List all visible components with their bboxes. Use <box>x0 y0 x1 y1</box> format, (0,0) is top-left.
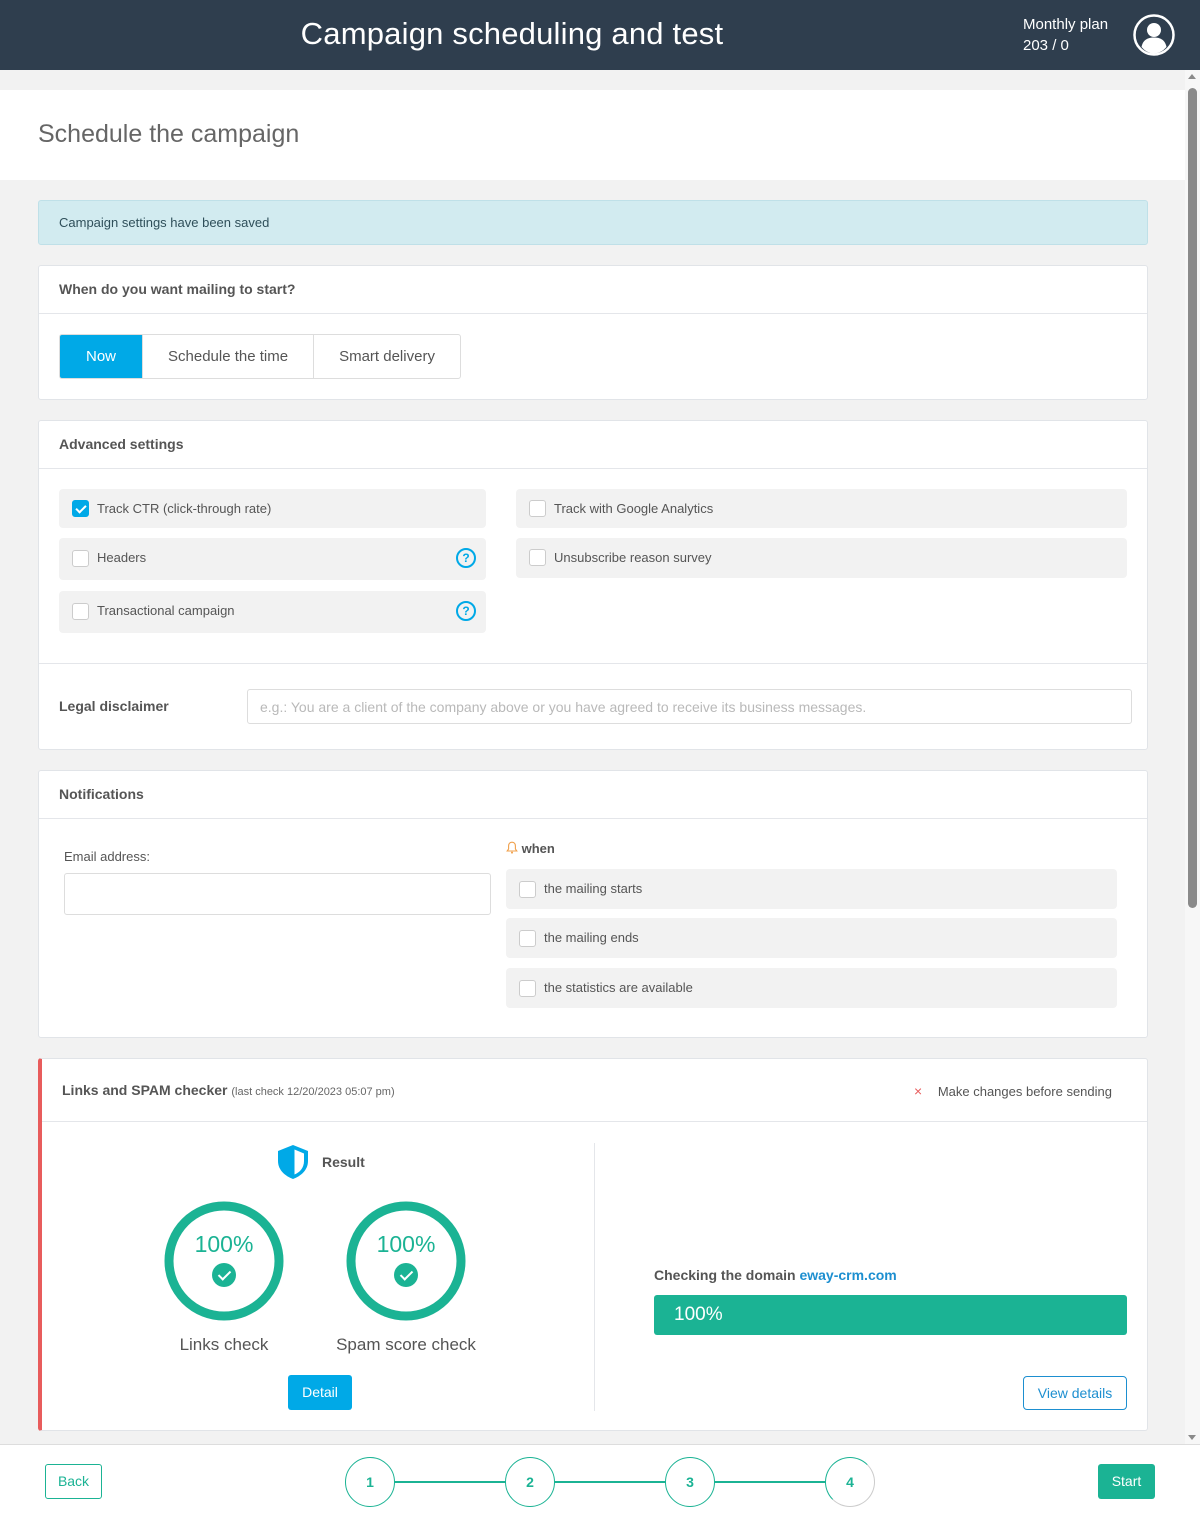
scroll-up-icon[interactable] <box>1188 74 1196 79</box>
detail-button[interactable]: Detail <box>288 1375 352 1410</box>
page-header: Schedule the campaign <box>0 90 1185 180</box>
check-circle-icon <box>394 1263 418 1287</box>
option-transactional[interactable]: Transactional campaign ? <box>59 591 486 633</box>
domain-check-label: Checking the domain eway-crm.com <box>654 1267 897 1283</box>
track-ctr-label: Track CTR (click-through rate) <box>97 501 272 516</box>
step-2[interactable]: 2 <box>505 1457 555 1507</box>
saved-alert: Campaign settings have been saved <box>38 200 1148 245</box>
track-ctr-checkbox[interactable] <box>72 500 89 517</box>
spam-score-label: Spam score check <box>336 1335 476 1354</box>
spam-score-gauge: 100% <box>346 1201 466 1321</box>
main-content: Schedule the campaign Campaign settings … <box>0 70 1185 1444</box>
notify-statistics-available[interactable]: the statistics are available <box>506 968 1117 1008</box>
option-schedule-time[interactable]: Schedule the time <box>143 335 315 378</box>
domain-check-prefix: Checking the domain <box>654 1267 796 1283</box>
vertical-divider <box>594 1143 595 1411</box>
monthly-plan: Monthly plan 203 / 0 <box>1023 14 1108 56</box>
notify-mailing-starts[interactable]: the mailing starts <box>506 869 1117 909</box>
links-check-progress-arc <box>164 1201 284 1321</box>
mailing-starts-label: the mailing starts <box>544 881 643 896</box>
email-address-input[interactable] <box>64 873 491 915</box>
links-check-percent: 100% <box>194 1231 254 1257</box>
result-label: Result <box>322 1154 365 1170</box>
option-track-ctr[interactable]: Track CTR (click-through rate) <box>59 489 486 528</box>
domain-link[interactable]: eway-crm.com <box>799 1267 896 1283</box>
view-details-button[interactable]: View details <box>1023 1376 1127 1410</box>
top-bar: Campaign scheduling and test Monthly pla… <box>0 0 1200 70</box>
divider <box>39 663 1147 664</box>
google-analytics-label: Track with Google Analytics <box>554 501 714 516</box>
plan-value: 203 / 0 <box>1023 37 1069 54</box>
legal-disclaimer-label: Legal disclaimer <box>59 698 169 714</box>
start-time-selector: Now Schedule the time Smart delivery <box>59 334 461 379</box>
start-time-title: When do you want mailing to start? <box>39 266 1147 314</box>
mailing-starts-checkbox[interactable] <box>519 881 536 898</box>
spam-warning: × Make changes before sending <box>914 1083 1112 1099</box>
spam-warning-text: Make changes before sending <box>937 1084 1112 1099</box>
back-button[interactable]: Back <box>45 1464 102 1499</box>
transactional-checkbox[interactable] <box>72 603 89 620</box>
statistics-available-checkbox[interactable] <box>519 980 536 997</box>
check-circle-icon <box>212 1263 236 1287</box>
step-4[interactable]: 4 <box>825 1457 875 1507</box>
user-circle-icon[interactable] <box>1133 14 1175 56</box>
headers-checkbox[interactable] <box>72 550 89 567</box>
spam-score-progress-arc <box>346 1201 466 1321</box>
links-check-label: Links check <box>179 1335 269 1354</box>
option-unsubscribe-survey[interactable]: Unsubscribe reason survey <box>516 538 1127 578</box>
page-scrollbar[interactable] <box>1185 70 1200 1444</box>
domain-progress-text: 100% <box>674 1304 723 1325</box>
help-icon[interactable]: ? <box>456 601 476 621</box>
start-time-card: When do you want mailing to start? Now S… <box>38 265 1148 400</box>
option-smart-delivery[interactable]: Smart delivery <box>314 335 460 378</box>
spam-score-ring <box>346 1201 466 1321</box>
transactional-label: Transactional campaign <box>97 603 235 618</box>
domain-progress-bar: 100% <box>654 1295 1127 1335</box>
domain-progress-fill <box>654 1295 1127 1335</box>
notify-mailing-ends[interactable]: the mailing ends <box>506 918 1117 958</box>
option-headers[interactable]: Headers ? <box>59 538 486 580</box>
links-check-ring <box>164 1201 284 1321</box>
steps-connector <box>370 1481 850 1483</box>
bell-icon <box>506 841 518 854</box>
notifications-title: Notifications <box>39 771 1147 819</box>
help-icon[interactable]: ? <box>456 548 476 568</box>
step-1[interactable]: 1 <box>345 1457 395 1507</box>
scroll-down-icon[interactable] <box>1188 1435 1196 1440</box>
legal-disclaimer-input[interactable] <box>247 689 1132 724</box>
links-check-gauge: 100% <box>164 1201 284 1321</box>
when-label: when <box>506 841 555 856</box>
shield-icon <box>278 1145 308 1179</box>
unsubscribe-survey-checkbox[interactable] <box>529 549 546 566</box>
unsubscribe-survey-label: Unsubscribe reason survey <box>554 550 712 565</box>
option-now[interactable]: Now <box>60 335 143 378</box>
statistics-available-label: the statistics are available <box>544 980 693 995</box>
mailing-ends-checkbox[interactable] <box>519 930 536 947</box>
advanced-settings-title: Advanced settings <box>39 421 1147 469</box>
option-google-analytics[interactable]: Track with Google Analytics <box>516 489 1127 528</box>
last-check-timestamp: (last check 12/20/2023 05:07 pm) <box>231 1086 395 1098</box>
scrollbar-thumb[interactable] <box>1188 88 1197 908</box>
close-x-icon: × <box>914 1083 923 1099</box>
email-address-label: Email address: <box>64 849 150 864</box>
page-title: Schedule the campaign <box>38 120 300 148</box>
app-title: Campaign scheduling and test <box>300 16 724 51</box>
notifications-card: Notifications Email address: when the ma… <box>38 770 1148 1038</box>
google-analytics-checkbox[interactable] <box>529 500 546 517</box>
spam-checker-title: Links and SPAM checker <box>62 1082 228 1098</box>
start-button[interactable]: Start <box>1098 1464 1155 1499</box>
headers-label: Headers <box>97 550 147 565</box>
wizard-footer: Back 1 2 3 4 Start <box>0 1444 1200 1530</box>
plan-label: Monthly plan <box>1023 16 1109 33</box>
when-text: when <box>521 841 555 856</box>
step-3[interactable]: 3 <box>665 1457 715 1507</box>
mailing-ends-label: the mailing ends <box>544 930 639 945</box>
spam-score-percent: 100% <box>376 1231 436 1257</box>
spam-checker-card: Links and SPAM checker (last check 12/20… <box>38 1058 1148 1431</box>
advanced-settings-card: Advanced settings Track CTR (click-throu… <box>38 420 1148 750</box>
